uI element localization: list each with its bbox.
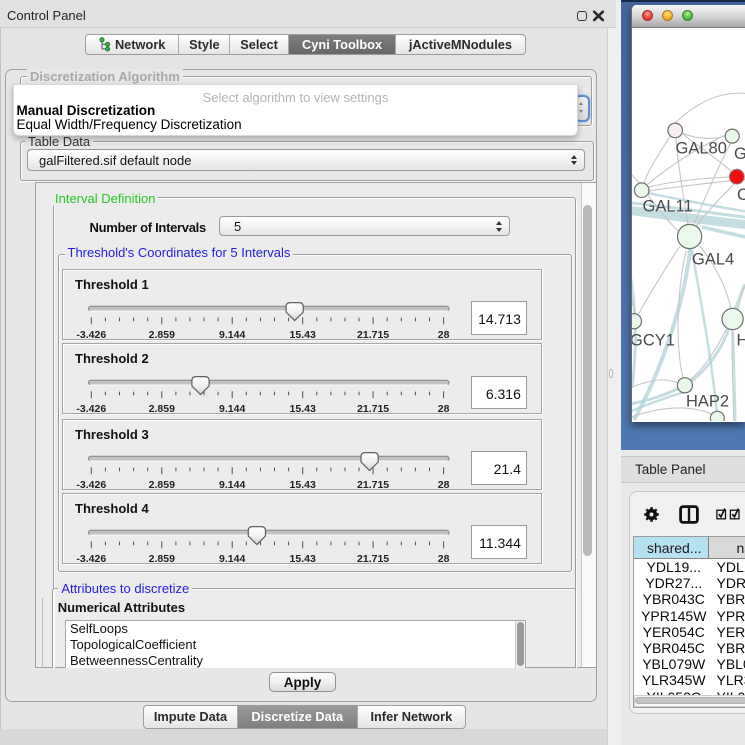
svg-text:9.144: 9.144 bbox=[219, 479, 245, 491]
svg-text:21.715: 21.715 bbox=[357, 479, 389, 491]
svg-text:GAL80: GAL80 bbox=[676, 139, 727, 157]
svg-text:15.43: 15.43 bbox=[290, 329, 316, 341]
svg-text:9.144: 9.144 bbox=[219, 329, 245, 341]
svg-text:9.144: 9.144 bbox=[219, 403, 245, 415]
svg-text:2.859: 2.859 bbox=[149, 553, 175, 565]
svg-text:HAP2: HAP2 bbox=[686, 392, 729, 410]
svg-text:H: H bbox=[737, 331, 745, 349]
svg-text:CY: CY bbox=[737, 186, 745, 204]
svg-text:21.715: 21.715 bbox=[357, 403, 389, 415]
svg-text:15.43: 15.43 bbox=[290, 403, 316, 415]
svg-text:28: 28 bbox=[438, 479, 450, 491]
svg-text:9.144: 9.144 bbox=[219, 553, 245, 565]
svg-text:-3.426: -3.426 bbox=[76, 553, 106, 565]
svg-text:2.859: 2.859 bbox=[149, 329, 175, 341]
svg-text:15.43: 15.43 bbox=[290, 479, 316, 491]
svg-text:28: 28 bbox=[438, 553, 450, 565]
svg-text:-3.426: -3.426 bbox=[76, 403, 106, 415]
svg-text:15.43: 15.43 bbox=[290, 553, 316, 565]
svg-text:2.859: 2.859 bbox=[149, 479, 175, 491]
svg-text:2.859: 2.859 bbox=[149, 403, 175, 415]
svg-text:28: 28 bbox=[438, 403, 450, 415]
svg-text:-3.426: -3.426 bbox=[76, 329, 106, 341]
svg-text:GA: GA bbox=[734, 145, 745, 163]
svg-text:GCY1: GCY1 bbox=[632, 331, 675, 349]
svg-text:21.715: 21.715 bbox=[357, 329, 389, 341]
svg-text:21.715: 21.715 bbox=[357, 553, 389, 565]
svg-text:GAL4: GAL4 bbox=[692, 250, 734, 268]
svg-text:GAL11: GAL11 bbox=[643, 197, 693, 215]
svg-text:-3.426: -3.426 bbox=[76, 479, 106, 491]
svg-text:28: 28 bbox=[438, 329, 450, 341]
